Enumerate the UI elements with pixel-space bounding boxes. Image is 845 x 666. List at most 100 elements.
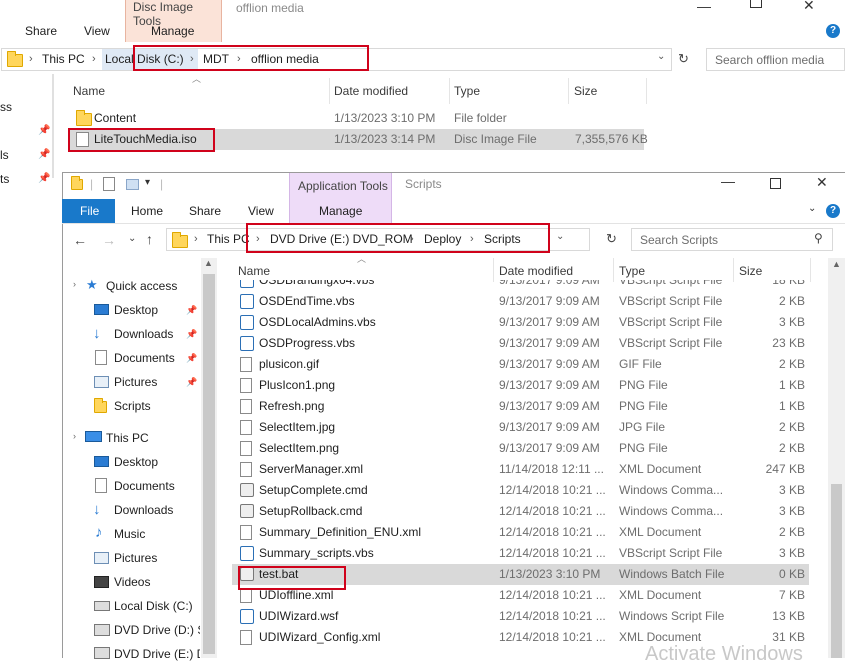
minimize-button[interactable]: —	[721, 173, 735, 189]
nav-music[interactable]: Music	[114, 527, 145, 541]
nav-dvd-e[interactable]: DVD Drive (E:) D	[114, 647, 200, 661]
nav-documents[interactable]: Documents	[114, 351, 175, 365]
nav-downloads-pc[interactable]: Downloads	[114, 503, 173, 517]
maximize-button[interactable]	[750, 0, 762, 8]
nav-scrollbar[interactable]: ▲	[201, 258, 217, 658]
maximize-button[interactable]	[770, 178, 781, 189]
file-name: Summary_scripts.vbs	[259, 546, 374, 560]
file-date: 12/14/2018 10:21 ...	[499, 504, 606, 518]
file-name: ServerManager.xml	[259, 462, 364, 476]
minimize-button[interactable]: —	[697, 0, 711, 14]
tab-view[interactable]: View	[84, 24, 110, 38]
videos-icon	[94, 576, 109, 588]
tab-home[interactable]: Home	[131, 204, 163, 218]
column-type[interactable]: Type	[619, 264, 645, 278]
column-size[interactable]: Size	[574, 84, 597, 98]
expand-arrow-icon[interactable]: ›	[73, 431, 76, 441]
file-row[interactable]: OSDBrandingx64.vbs 9/13/2017 9:09 AM VBScr…	[232, 280, 809, 291]
file-row[interactable]: OSDLocalAdmins.vbs 9/13/2017 9:09 AM VBScr…	[232, 312, 809, 333]
file-row[interactable]: PlusIcon1.png 9/13/2017 9:09 AM PNG File 1 …	[232, 375, 809, 396]
new-folder-icon[interactable]	[126, 179, 139, 190]
column-date[interactable]: Date modified	[499, 264, 573, 278]
scroll-up-icon[interactable]: ▲	[832, 259, 841, 269]
script-file-icon	[240, 280, 254, 288]
file-row[interactable]: UDIWizard.wsf 12/14/2018 10:21 ... Windows…	[232, 606, 809, 627]
pin-icon: 📌	[186, 329, 198, 339]
file-scrollbar[interactable]: ▲	[828, 258, 845, 658]
file-name: Refresh.png	[259, 399, 325, 413]
qat-dropdown-icon[interactable]: ▾	[145, 177, 150, 188]
breadcrumb-this-pc[interactable]: This PC	[207, 232, 249, 246]
up-arrow-icon[interactable]: ↑	[146, 231, 153, 247]
scroll-thumb[interactable]	[203, 274, 215, 654]
tab-file[interactable]: File	[62, 199, 115, 223]
tab-share[interactable]: Share	[25, 24, 57, 38]
file-row[interactable]: OSDEndTime.vbs 9/13/2017 9:09 AM VBScript …	[232, 291, 809, 312]
folder-icon	[71, 176, 83, 190]
back-arrow-icon[interactable]: ←	[73, 232, 87, 248]
column-name[interactable]: Name	[238, 264, 270, 278]
file-row[interactable]: ServerManager.xml 11/14/2018 12:11 ... XML…	[232, 459, 809, 480]
file-type: PNG File	[619, 378, 668, 392]
nav-pictures[interactable]: Pictures	[114, 375, 157, 389]
nav-downloads[interactable]: Downloads	[114, 327, 173, 341]
pin-icon: 📌	[38, 125, 51, 136]
document-icon	[240, 462, 252, 477]
scroll-up-icon[interactable]: ▲	[204, 258, 213, 268]
file-type: Windows Comma...	[619, 504, 724, 518]
column-size[interactable]: Size	[739, 264, 762, 278]
file-row[interactable]: OSDProgress.vbs 9/13/2017 9:09 AM VBScript…	[232, 333, 809, 354]
column-date[interactable]: Date modified	[334, 84, 408, 98]
nav-this-pc[interactable]: This PC	[106, 431, 149, 445]
help-icon[interactable]: ?	[826, 204, 840, 218]
file-row[interactable]: Summary_scripts.vbs 12/14/2018 10:21 ... V…	[232, 543, 809, 564]
tab-manage[interactable]: Manage	[151, 24, 194, 38]
help-icon[interactable]: ?	[826, 24, 840, 38]
dropdown-icon[interactable]: ⌄	[556, 231, 564, 242]
nav-pictures-pc[interactable]: Pictures	[114, 551, 157, 565]
nav-dvd-d[interactable]: DVD Drive (D:) SS	[114, 623, 200, 637]
scroll-thumb[interactable]	[831, 484, 842, 658]
nav-desktop-pc[interactable]: Desktop	[114, 455, 158, 469]
nav-documents-pc[interactable]: Documents	[114, 479, 175, 493]
expand-arrow-icon[interactable]: ›	[73, 279, 76, 289]
file-row[interactable]: Summary_Definition_ENU.xml 12/14/2018 10:…	[232, 522, 809, 543]
close-button[interactable]: ✕	[803, 0, 815, 14]
file-row[interactable]: SetupRollback.cmd 12/14/2018 10:21 ... Win…	[232, 501, 809, 522]
file-row[interactable]: Refresh.png 9/13/2017 9:09 AM PNG File 1 KB	[232, 396, 809, 417]
file-name: plusicon.gif	[259, 357, 320, 371]
forward-arrow-icon[interactable]: →	[102, 232, 116, 248]
search-icon[interactable]: ⚲	[814, 231, 823, 245]
file-row[interactable]: SetupComplete.cmd 12/14/2018 10:21 ... Win…	[232, 480, 809, 501]
tab-share[interactable]: Share	[189, 204, 221, 218]
file-row-content[interactable]: Content 1/13/2023 3:10 PM File folder	[68, 108, 644, 129]
breadcrumb-this-pc[interactable]: This PC	[42, 52, 85, 66]
column-name[interactable]: Name	[73, 84, 105, 98]
file-row[interactable]: SelectItem.jpg 9/13/2017 9:09 AM JPG File 2…	[232, 417, 809, 438]
refresh-icon[interactable]: ↻	[678, 51, 689, 67]
nav-scrollbar[interactable]	[52, 74, 54, 178]
column-type[interactable]: Type	[454, 84, 480, 98]
nav-videos[interactable]: Videos	[114, 575, 150, 589]
column-divider	[733, 258, 734, 282]
close-button[interactable]: ✕	[816, 174, 828, 191]
ribbon-expand-icon[interactable]: ⌄	[808, 203, 816, 214]
nav-local-disk[interactable]: Local Disk (C:)	[114, 599, 193, 613]
file-name: OSDBrandingx64.vbs	[259, 280, 375, 287]
file-name: UDIWizard.wsf	[259, 609, 339, 623]
file-name: SelectItem.png	[259, 441, 340, 455]
recent-dropdown-icon[interactable]: ⌄	[128, 233, 136, 244]
file-row[interactable]: plusicon.gif 9/13/2017 9:09 AM GIF File 2 K…	[232, 354, 809, 375]
search-box[interactable]: Search Scripts ⚲	[631, 228, 833, 251]
refresh-icon[interactable]: ↻	[606, 231, 617, 247]
tab-manage[interactable]: Manage	[319, 204, 362, 218]
properties-icon[interactable]	[103, 177, 115, 191]
file-row[interactable]: SelectItem.png 9/13/2017 9:09 AM PNG File 2…	[232, 438, 809, 459]
tab-view[interactable]: View	[248, 204, 274, 218]
nav-desktop[interactable]: Desktop	[114, 303, 158, 317]
dropdown-icon[interactable]: ⌄	[657, 51, 665, 62]
file-type: PNG File	[619, 399, 668, 413]
nav-quick-access[interactable]: Quick access	[106, 279, 177, 293]
search-box[interactable]: Search offlion media	[706, 48, 845, 71]
nav-scripts[interactable]: Scripts	[114, 399, 151, 413]
